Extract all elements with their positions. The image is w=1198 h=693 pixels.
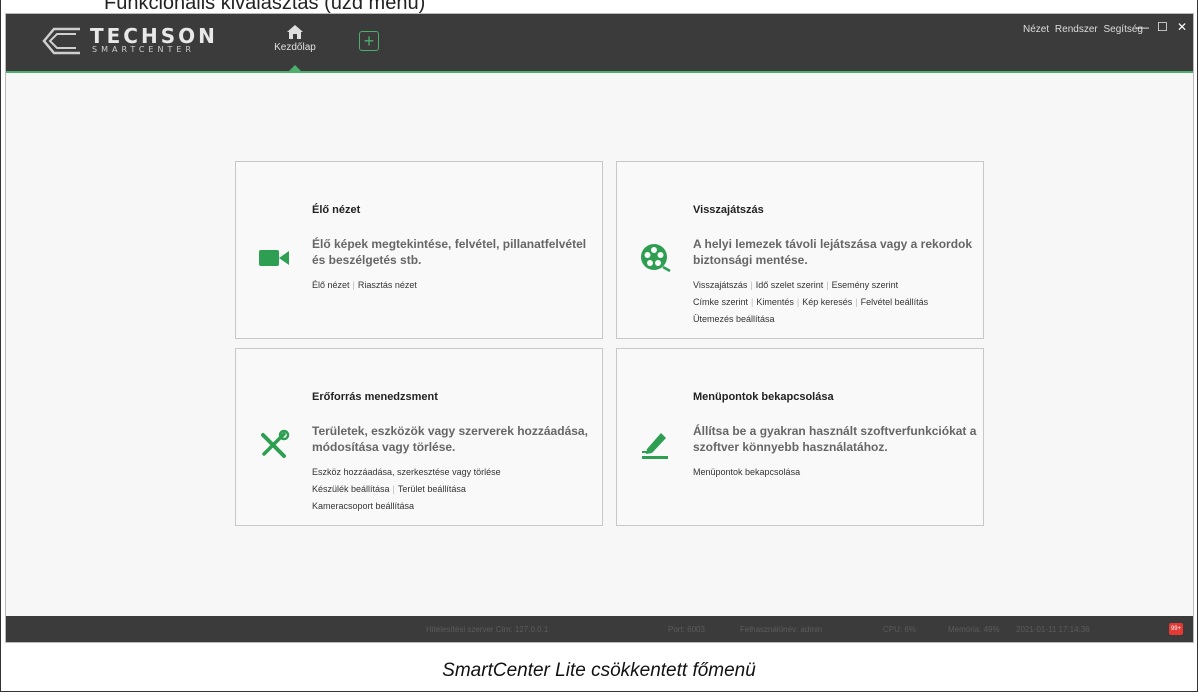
maximize-button[interactable]: ☐ bbox=[1157, 20, 1168, 34]
link-device-settings[interactable]: Készülék beállítása bbox=[312, 484, 390, 494]
card-resource-title: Erőforrás menedzsment bbox=[312, 391, 438, 403]
add-tab-button[interactable]: + bbox=[359, 31, 379, 51]
card-playback-desc: A helyi lemezek távoli lejátszása vagy a… bbox=[693, 237, 973, 267]
edit-pen-icon bbox=[642, 433, 668, 459]
menu-system[interactable]: Rendszer bbox=[1055, 24, 1098, 35]
home-icon bbox=[287, 25, 303, 39]
logo-chevron-icon bbox=[42, 27, 80, 55]
status-cpu: CPU: 6% bbox=[883, 625, 916, 634]
link-enable-menu-items[interactable]: Menüpontok bekapcsolása bbox=[693, 467, 800, 477]
link-separator: | bbox=[826, 280, 829, 290]
film-reel-icon bbox=[641, 244, 671, 273]
resource-links-row-1: Eszköz hozzáadása, szerkesztése vagy tör… bbox=[312, 464, 602, 481]
home-content: Élő nézet Élő képek megtekintése, felvét… bbox=[6, 73, 1193, 616]
tab-home[interactable]: Kezdőlap bbox=[272, 20, 318, 71]
brand-subtitle: SMARTCENTER bbox=[92, 45, 195, 54]
card-playback-title: Visszajátszás bbox=[693, 204, 764, 216]
link-separator: | bbox=[352, 280, 355, 290]
link-separator: | bbox=[750, 280, 753, 290]
link-image-search[interactable]: Kép keresés bbox=[802, 297, 852, 307]
link-by-event[interactable]: Esemény szerint bbox=[832, 280, 899, 290]
card-menu-desc: Állítsa be a gyakran használt szoftverfu… bbox=[693, 424, 977, 454]
link-device-add-edit-delete[interactable]: Eszköz hozzáadása, szerkesztése vagy tör… bbox=[312, 467, 501, 477]
status-auth-server: Hitelesítési szerver Cím: 127.0.0.1 bbox=[426, 625, 549, 634]
notification-badge[interactable]: 99+ bbox=[1169, 623, 1183, 635]
active-tab-indicator bbox=[289, 65, 301, 71]
figure-caption: SmartCenter Lite csökkentett főmenü bbox=[442, 660, 756, 681]
card-live-desc: Élő képek megtekintése, felvétel, pillan… bbox=[312, 237, 587, 267]
link-separator: | bbox=[392, 484, 395, 494]
window-controls: — ☐ ✕ bbox=[1137, 20, 1187, 34]
link-separator: | bbox=[855, 297, 858, 307]
status-datetime: 2021-01-11 17:14:36 bbox=[1016, 625, 1090, 634]
link-separator: | bbox=[751, 297, 754, 307]
card-resource-desc: Területek, eszközök vagy szerverek hozzá… bbox=[312, 424, 588, 454]
card-menu-title: Menüpontok bekapcsolása bbox=[693, 391, 834, 403]
menu-bar: Nézet Rendszer Segítség bbox=[1020, 24, 1143, 35]
techson-logo: TECHSON SMARTCENTER bbox=[42, 23, 242, 59]
card-resource-links: Eszköz hozzáadása, szerkesztése vagy tör… bbox=[312, 464, 602, 515]
card-playback[interactable]: Visszajátszás A helyi lemezek távoli lej… bbox=[616, 161, 984, 339]
link-alarm-view[interactable]: Riasztás nézet bbox=[358, 280, 417, 290]
status-memory: Memória: 49% bbox=[948, 625, 1000, 634]
card-menu-items[interactable]: Menüpontok bekapcsolása Állítsa be a gya… bbox=[616, 348, 984, 526]
menu-view[interactable]: Nézet bbox=[1023, 24, 1049, 35]
link-export[interactable]: Kimentés bbox=[756, 297, 794, 307]
card-resource-management[interactable]: Erőforrás menedzsment Területek, eszközö… bbox=[235, 348, 603, 526]
tools-icon bbox=[261, 429, 290, 458]
card-live-title: Élő nézet bbox=[312, 204, 361, 216]
playback-links-row-1: Visszajátszás | Idő szelet szerint | Esemény… bbox=[693, 277, 983, 294]
resource-links-row-3: Kameracsoport beállítása bbox=[312, 498, 602, 515]
video-camera-icon bbox=[259, 250, 289, 266]
title-bar: TECHSON SMARTCENTER Kezdőlap + Nézet Ren… bbox=[6, 14, 1193, 73]
link-by-time-slice[interactable]: Idő szelet szerint bbox=[756, 280, 824, 290]
link-live-view[interactable]: Élő nézet bbox=[312, 280, 350, 290]
card-live-links: Élő nézet | Riasztás nézet bbox=[312, 277, 602, 294]
link-schedule-settings[interactable]: Ütemezés beállítása bbox=[693, 314, 775, 324]
tab-home-label: Kezdőlap bbox=[274, 42, 316, 53]
status-port: Port: 6003 bbox=[668, 625, 705, 634]
resource-links-row-2: Készülék beállítása | Terület beállítása bbox=[312, 481, 602, 498]
link-area-settings[interactable]: Terület beállítása bbox=[398, 484, 466, 494]
status-user: Felhasználónév: admin bbox=[740, 625, 823, 634]
playback-links-row-3: Ütemezés beállítása bbox=[693, 311, 983, 328]
card-menu-links: Menüpontok bekapcsolása bbox=[693, 464, 983, 481]
status-bar: Hitelesítési szerver Cím: 127.0.0.1 Port… bbox=[6, 616, 1193, 642]
close-button[interactable]: ✕ bbox=[1177, 20, 1187, 34]
card-playback-links: Visszajátszás | Idő szelet szerint | Esemény… bbox=[693, 277, 983, 328]
app-window: TECHSON SMARTCENTER Kezdőlap + Nézet Ren… bbox=[5, 13, 1194, 643]
link-camera-group-settings[interactable]: Kameracsoport beállítása bbox=[312, 501, 414, 511]
link-record-settings[interactable]: Felvétel beállítás bbox=[861, 297, 929, 307]
card-live-view[interactable]: Élő nézet Élő képek megtekintése, felvét… bbox=[235, 161, 603, 339]
link-separator: | bbox=[796, 297, 800, 307]
playback-links-row-2: Címke szerint | Kimentés | Kép keresés | Felvé… bbox=[693, 294, 983, 311]
minimize-button[interactable]: — bbox=[1137, 20, 1149, 34]
link-by-tag[interactable]: Címke szerint bbox=[693, 297, 748, 307]
link-playback[interactable]: Visszajátszás bbox=[693, 280, 747, 290]
